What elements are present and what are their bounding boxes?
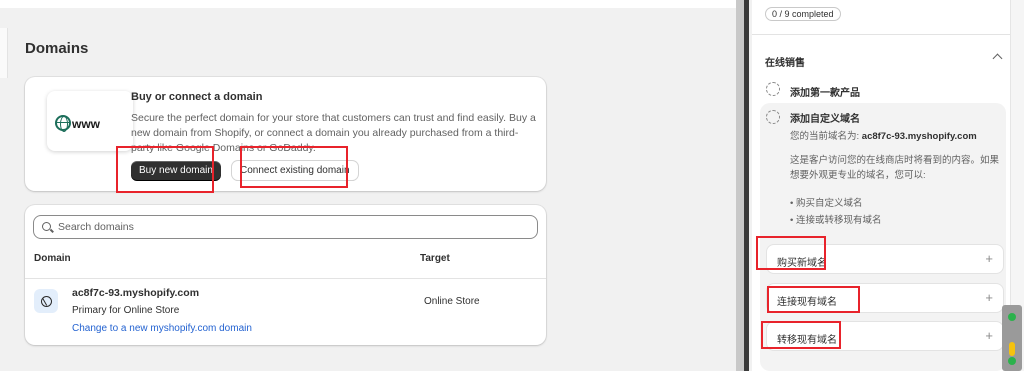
section-title: 在线销售: [765, 58, 805, 69]
domain-name: ac8f7c-93.myshopify.com: [72, 287, 200, 299]
incomplete-circle-icon[interactable]: [766, 110, 780, 124]
domain-target: Online Store: [424, 296, 480, 307]
task-add-product[interactable]: 添加第一款产品: [790, 84, 860, 99]
annotation-box-connect: [240, 146, 348, 188]
column-header-domain: Domain: [34, 253, 71, 264]
www-illustration: www: [47, 91, 133, 151]
annotation-box-buy-cn: [756, 236, 826, 270]
search-placeholder: Search domains: [58, 221, 134, 233]
bullet-item: • 购买自定义域名: [790, 198, 863, 209]
annotation-box-buy: [116, 146, 214, 193]
search-icon: [42, 222, 51, 231]
domain-subtitle: Primary for Online Store: [72, 305, 180, 316]
domain-explanation: 这是客户访问您的在线商店时将看到的内容。如果想要外观更专业的域名，您可以:: [790, 155, 1000, 181]
annotation-box-transfer-cn: [761, 321, 841, 349]
www-text: www: [72, 117, 101, 131]
current-domain-text: 您的当前域名为: ac8f7c-93.myshopify.com: [790, 131, 977, 142]
setup-guide-panel: 0 / 9 completed 在线销售 添加第一款产品 添加自定义域名 您的当…: [752, 0, 1010, 371]
domain-list-card: Search domains Domain Target ac8f7c-93.m…: [25, 205, 546, 345]
status-dot-green: [1008, 313, 1016, 321]
plus-icon: +: [985, 290, 993, 305]
column-header-target: Target: [420, 253, 450, 264]
splitter-handle[interactable]: [744, 0, 749, 371]
progress-badge: 0 / 9 completed: [765, 7, 841, 21]
plus-icon: +: [985, 251, 993, 266]
globe-icon: [55, 115, 71, 132]
task-add-domain[interactable]: 添加自定义域名: [790, 110, 860, 125]
status-dot-green: [1008, 357, 1016, 365]
top-strip: [0, 0, 736, 8]
page-title: Domains: [25, 40, 89, 57]
panel-divider: [752, 34, 1010, 35]
chevron-up-icon[interactable]: [992, 53, 1003, 64]
plus-icon: +: [985, 328, 993, 343]
left-edge-card: [0, 28, 8, 78]
bullet-item: • 连接或转移现有域名: [790, 215, 882, 226]
incomplete-circle-icon[interactable]: [766, 82, 780, 96]
status-dot-yellow: [1009, 342, 1015, 356]
change-domain-link[interactable]: Change to a new myshopify.com domain: [72, 323, 252, 334]
splitter: [736, 0, 744, 371]
search-input[interactable]: Search domains: [33, 215, 538, 239]
header-divider: [25, 278, 546, 279]
domain-globe-icon: [34, 289, 58, 313]
buy-card-title: Buy or connect a domain: [131, 91, 263, 103]
annotation-box-connect-cn: [767, 286, 860, 313]
